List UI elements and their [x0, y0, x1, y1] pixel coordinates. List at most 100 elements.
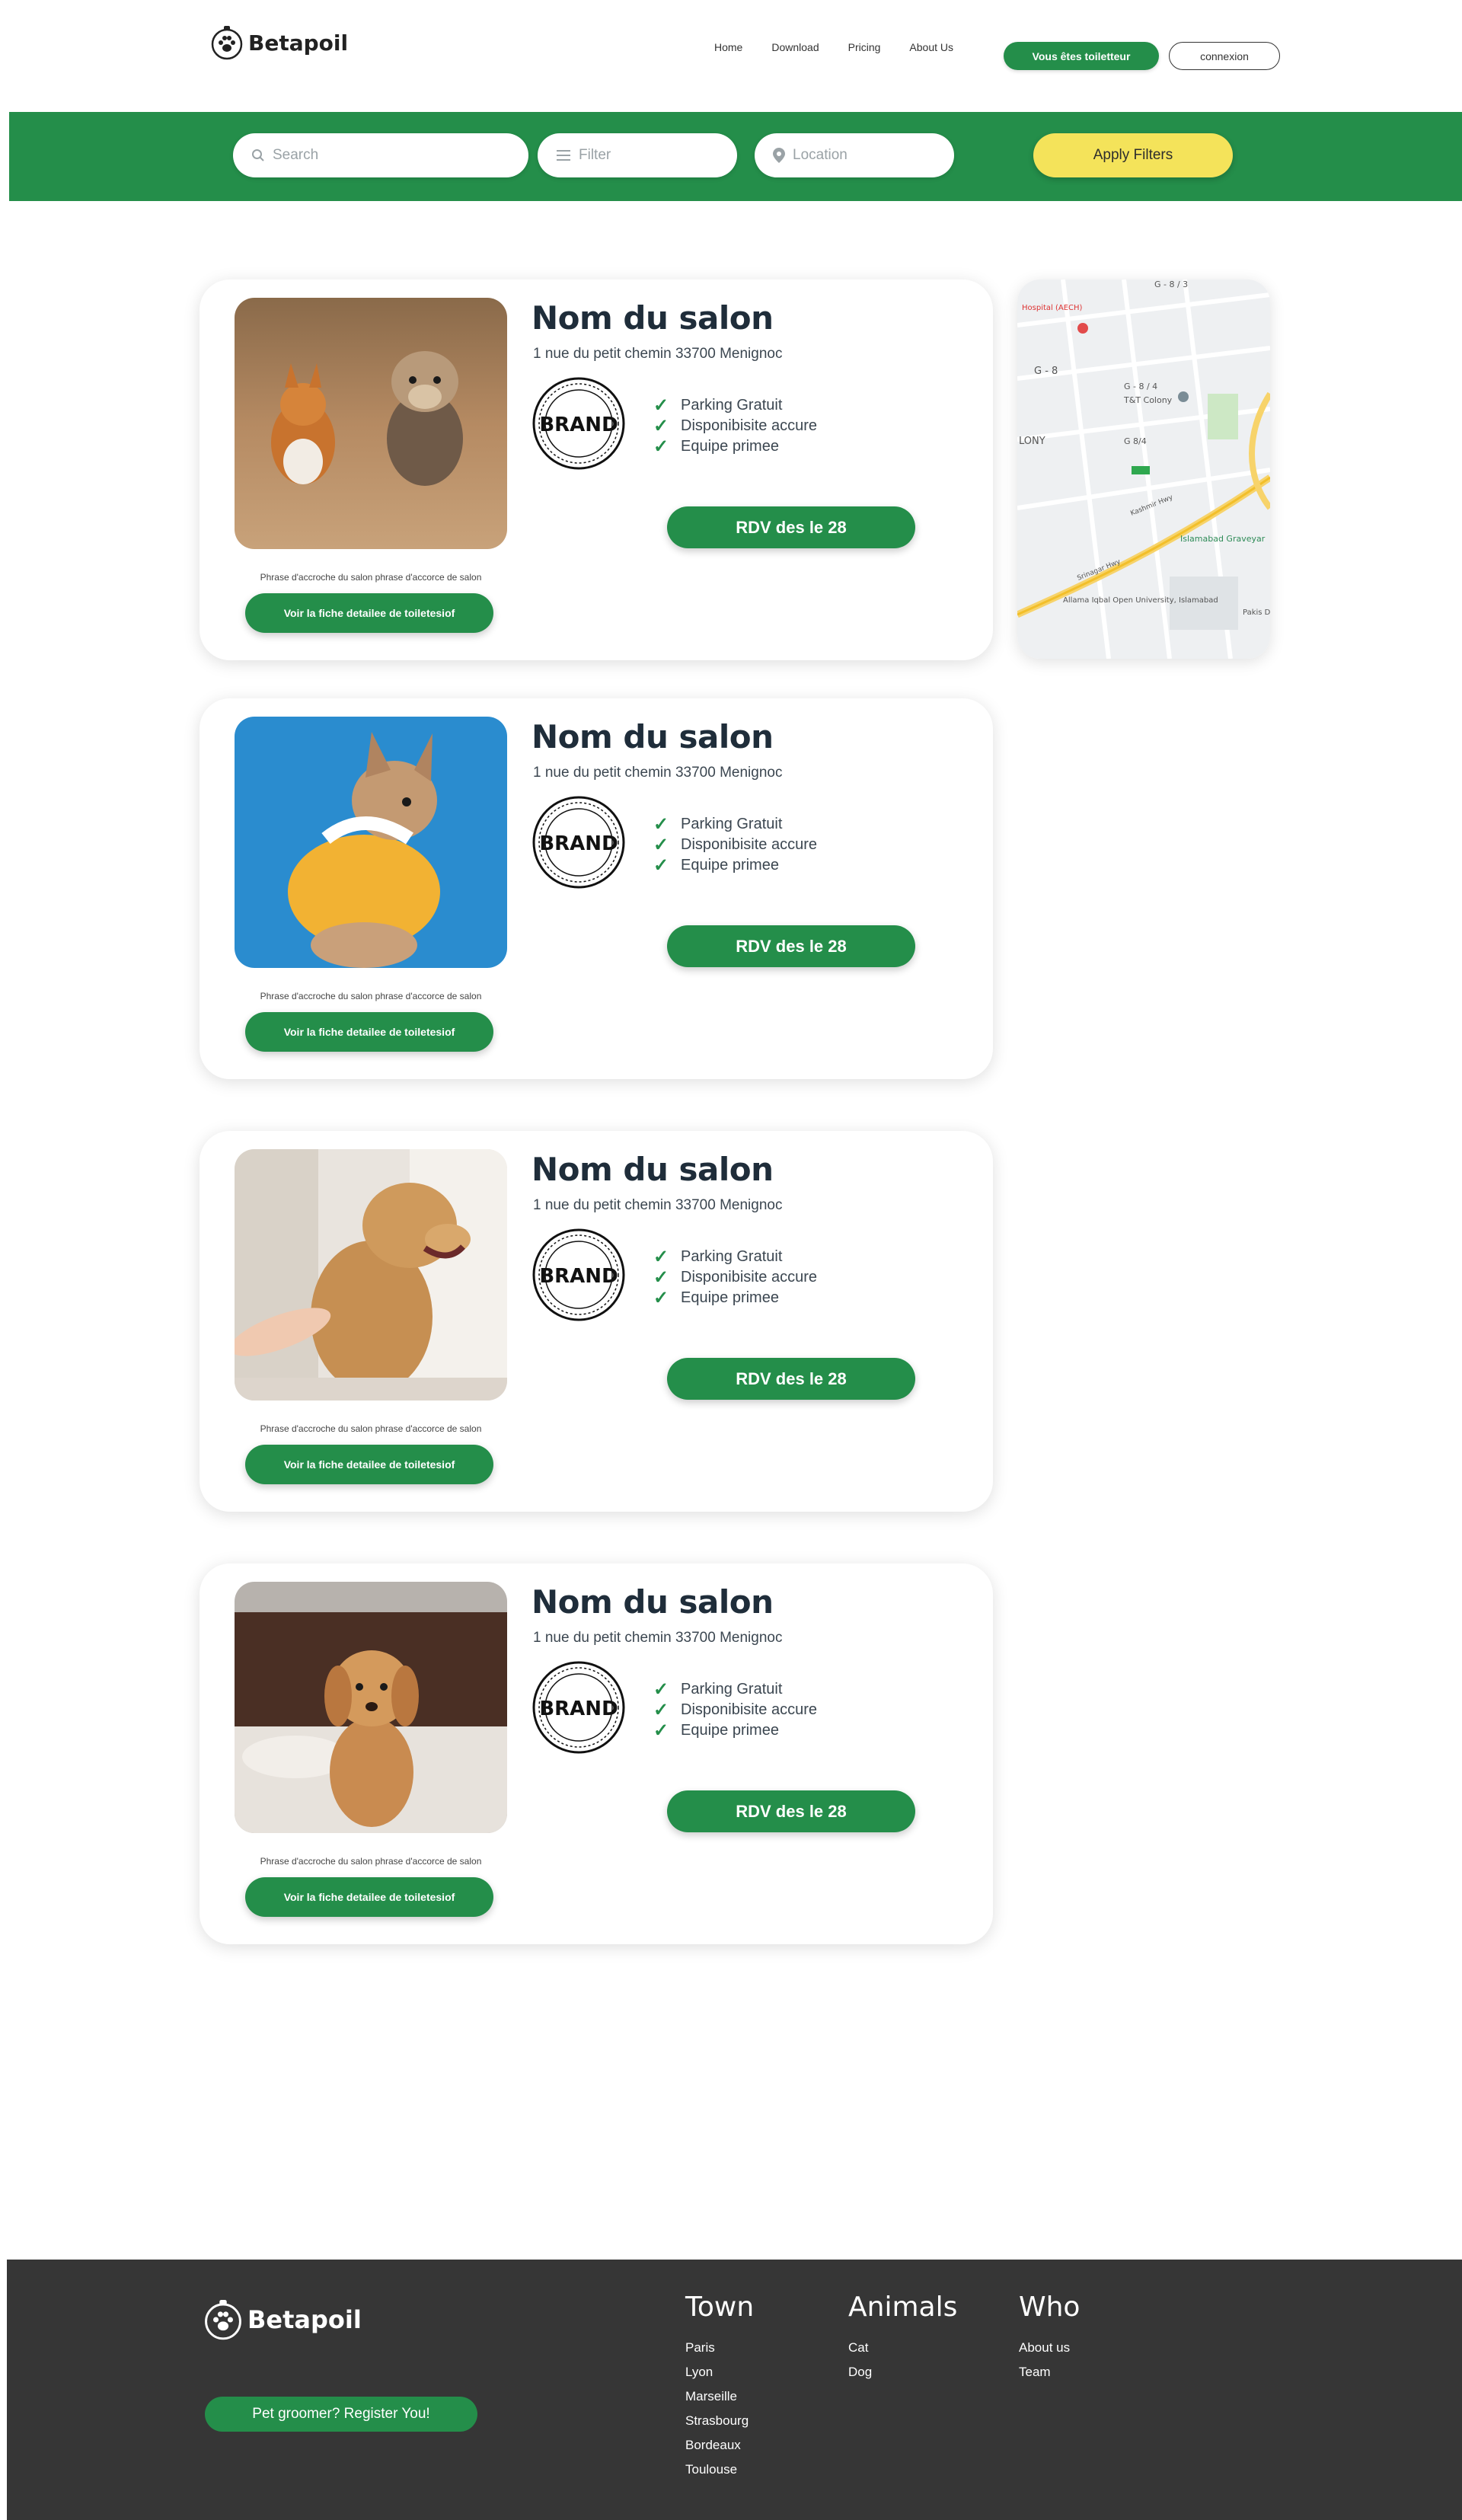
salon-name: Nom du salon: [531, 1583, 774, 1621]
footer-town-list: Paris Lyon Marseille Strasbourg Bordeaux…: [685, 2340, 749, 2486]
paw-logo-icon: [211, 26, 243, 60]
place-pin-icon: [1178, 391, 1189, 402]
brand-logo: BRAND: [532, 796, 625, 889]
footer-logo[interactable]: Betapoil: [203, 2298, 362, 2342]
salon-card: Nom du salon 1 nue du petit chemin 33700…: [200, 698, 993, 1079]
rdv-button[interactable]: RDV des le 28: [667, 925, 915, 967]
map-label: Allama Iqbal Open University, Islamabad: [1063, 596, 1218, 605]
feature-item: ✓ Parking Gratuit: [653, 1678, 783, 1700]
salon-name: Nom du salon: [531, 1151, 774, 1188]
salon-photo: [235, 1582, 507, 1833]
footer-link[interactable]: Lyon: [685, 2365, 749, 2389]
footer-link[interactable]: Bordeaux: [685, 2438, 749, 2462]
salon-photo: [235, 717, 507, 968]
footer-link[interactable]: Paris: [685, 2340, 749, 2365]
rdv-button[interactable]: RDV des le 28: [667, 506, 915, 548]
detail-button[interactable]: Voir la fiche detailee de toiletesiof: [245, 1877, 493, 1917]
login-button[interactable]: connexion: [1169, 42, 1280, 70]
footer-who-title: Who: [1019, 2292, 1081, 2323]
filter-icon: [557, 150, 570, 161]
feature-list: ✓ Parking Gratuit ✓ Disponibisite accure ✓…: [653, 1247, 817, 1308]
apply-filters-button[interactable]: Apply Filters: [1033, 133, 1233, 177]
location-input[interactable]: Location: [755, 133, 954, 177]
salon-tagline: Phrase d'accroche du salon phrase d'acco…: [260, 1856, 482, 1867]
nav-home[interactable]: Home: [714, 41, 742, 53]
rdv-button[interactable]: RDV des le 28: [667, 1358, 915, 1400]
search-input[interactable]: Search: [233, 133, 528, 177]
detail-button[interactable]: Voir la fiche detailee de toiletesiof: [245, 1445, 493, 1484]
location-placeholder: Location: [793, 147, 848, 163]
feature-item: ✓ Equipe primee: [653, 1720, 779, 1741]
salon-photo: [235, 1149, 507, 1401]
transit-marker-icon: [1132, 466, 1150, 474]
feature-item: ✓ Disponibisite accure: [653, 1266, 817, 1288]
main-nav: Home Download Pricing About Us: [714, 41, 982, 53]
footer-animals-title: Animals: [848, 2292, 958, 2323]
salon-address: 1 nue du petit chemin 33700 Menignoc: [533, 1197, 783, 1213]
feature-item: ✓ Disponibisite accure: [653, 415, 817, 436]
filter-bar: Search Filter Location Apply Filters: [9, 112, 1462, 201]
salon-card: Nom du salon 1 nue du petit chemin 33700…: [200, 1131, 993, 1512]
brand-logo-text: BRAND: [539, 1698, 618, 1720]
rdv-button[interactable]: RDV des le 28: [667, 1790, 915, 1832]
feature-item: ✓ Disponibisite accure: [653, 834, 817, 855]
filter-input[interactable]: Filter: [538, 133, 737, 177]
filter-placeholder: Filter: [579, 147, 611, 163]
nav-pricing[interactable]: Pricing: [848, 41, 881, 53]
salon-tagline: Phrase d'accroche du salon phrase d'acco…: [260, 572, 482, 583]
check-icon: ✓: [653, 1678, 669, 1700]
footer-link[interactable]: Marseille: [685, 2389, 749, 2413]
check-icon: ✓: [653, 436, 669, 457]
map-label: LONY: [1019, 436, 1045, 447]
feature-item: ✓ Equipe primee: [653, 854, 779, 876]
feature-list: ✓ Parking Gratuit ✓ Disponibisite accure ✓…: [653, 1679, 817, 1741]
detail-button[interactable]: Voir la fiche detailee de toiletesiof: [245, 1012, 493, 1052]
salon-card: Nom du salon 1 nue du petit chemin 33700…: [200, 1563, 993, 1944]
groomer-button[interactable]: Vous êtes toiletteur: [1004, 42, 1159, 70]
brand-name: Betapoil: [248, 30, 349, 56]
map-label: Hospital (AECH): [1022, 304, 1083, 312]
paw-logo-icon: [205, 2300, 241, 2340]
salon-address: 1 nue du petit chemin 33700 Menignoc: [533, 1630, 783, 1646]
salon-address: 1 nue du petit chemin 33700 Menignoc: [533, 765, 783, 781]
footer-animals-list: Cat Dog: [848, 2340, 872, 2389]
map-label: G - 8: [1034, 366, 1058, 377]
footer-link[interactable]: About us: [1019, 2340, 1070, 2365]
map-label: G 8/4: [1124, 436, 1147, 446]
brand-logo-text: BRAND: [539, 1265, 618, 1288]
nav-download[interactable]: Download: [771, 41, 819, 53]
search-icon: [252, 149, 264, 161]
check-icon: ✓: [653, 394, 669, 416]
register-groomer-button[interactable]: Pet groomer? Register You!: [205, 2397, 477, 2432]
detail-button[interactable]: Voir la fiche detailee de toiletesiof: [245, 593, 493, 633]
map-view[interactable]: G - 8 / 3 Hospital (AECH) G - 8 G - 8 / …: [1017, 279, 1270, 659]
salon-name: Nom du salon: [531, 299, 774, 337]
check-icon: ✓: [653, 415, 669, 436]
check-icon: ✓: [653, 834, 669, 855]
feature-item: ✓ Equipe primee: [653, 1287, 779, 1308]
footer-link[interactable]: Cat: [848, 2340, 872, 2365]
brand-logo: BRAND: [532, 377, 625, 470]
footer-link[interactable]: Team: [1019, 2365, 1070, 2389]
header-logo[interactable]: Betapoil: [210, 24, 348, 61]
nav-about-us[interactable]: About Us: [909, 41, 953, 53]
map-label: Pakis Depar: [1243, 608, 1270, 617]
salon-card: Nom du salon 1 nue du petit chemin 33700…: [200, 279, 993, 660]
brand-logo-text: BRAND: [539, 832, 618, 855]
footer-link[interactable]: Toulouse: [685, 2462, 749, 2486]
check-icon: ✓: [653, 1720, 669, 1741]
footer: Betapoil Pet groomer? Register You! Town…: [7, 2260, 1462, 2520]
feature-list: ✓ Parking Gratuit ✓ Disponibisite accure ✓…: [653, 814, 817, 876]
footer-who-list: About us Team: [1019, 2340, 1070, 2389]
feature-item: ✓ Parking Gratuit: [653, 813, 783, 835]
salon-tagline: Phrase d'accroche du salon phrase d'acco…: [260, 1423, 482, 1434]
feature-item: ✓ Parking Gratuit: [653, 394, 783, 416]
footer-link[interactable]: Strasbourg: [685, 2413, 749, 2438]
feature-item: ✓ Equipe primee: [653, 436, 779, 457]
footer-link[interactable]: Dog: [848, 2365, 872, 2389]
salon-tagline: Phrase d'accroche du salon phrase d'acco…: [260, 991, 482, 1001]
feature-list: ✓ Parking Gratuit ✓ Disponibisite accure ✓…: [653, 395, 817, 457]
map-label: G - 8 / 3: [1154, 279, 1188, 289]
brand-logo: BRAND: [532, 1228, 625, 1321]
map-label: T&T Colony: [1123, 395, 1173, 405]
